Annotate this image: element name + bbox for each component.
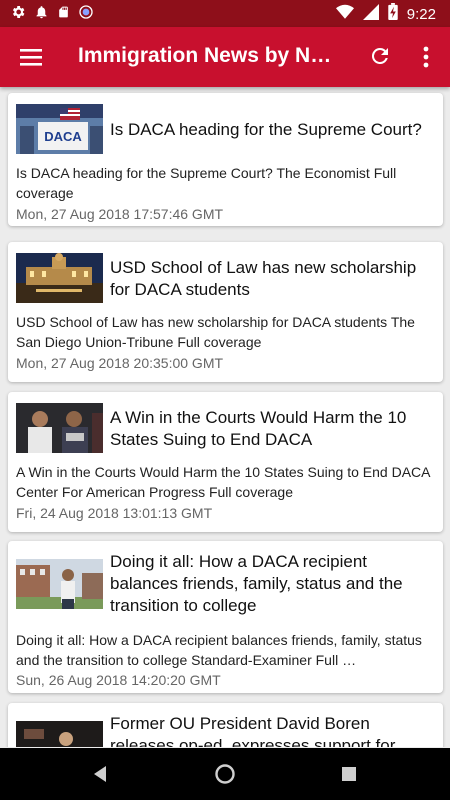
article-summary: Is DACA heading for the Supreme Court? T… [16,165,397,201]
article-headline: A Win in the Courts Would Harm the 10 St… [110,408,407,449]
news-feed[interactable]: DACA Is DACA heading for the Supreme Cou… [0,87,450,747]
news-card[interactable]: Former OU President David Boren releases… [8,703,443,747]
article-headline: Former OU President David Boren releases… [110,714,396,747]
status-bar: 9:22 [0,0,450,27]
article-headline: USD School of Law has new scholarship fo… [110,258,417,299]
thumb-sign-text: DACA [44,129,82,144]
article-thumbnail [16,253,103,303]
article-thumbnail [16,559,103,609]
system-nav-bar [0,748,450,800]
news-card[interactable]: USD School of Law has new scholarship fo… [8,242,443,382]
article-thumbnail: DACA [16,104,103,154]
article-headline: Doing it all: How a DACA recipient balan… [110,552,403,615]
settings-icon [10,4,26,25]
battery-charging-icon [388,3,398,25]
article-headline: Is DACA heading for the Supreme Court? [110,120,422,139]
clock: 9:22 [406,5,436,23]
page-title: Immigration News by Ne… [78,44,342,67]
article-summary: Doing it all: How a DACA recipient balan… [16,632,422,668]
sd-card-icon [57,4,70,25]
menu-icon[interactable] [18,45,44,69]
app-bar: Immigration News by Ne… [0,27,450,87]
news-card[interactable]: A Win in the Courts Would Harm the 10 St… [8,392,443,532]
signal-icon [362,3,379,25]
home-icon[interactable] [214,763,236,785]
article-thumbnail [16,403,103,453]
wifi-icon [335,4,354,25]
notification-icon [34,4,49,25]
article-summary: A Win in the Courts Would Harm the 10 St… [16,464,430,500]
recents-icon[interactable] [338,763,360,785]
article-date: Mon, 27 Aug 2018 20:35:00 GMT [16,355,224,371]
article-date: Fri, 24 Aug 2018 13:01:13 GMT [16,505,213,521]
news-card[interactable]: Doing it all: How a DACA recipient balan… [8,541,443,693]
article-thumbnail [16,721,103,747]
article-date: Sun, 26 Aug 2018 14:20:20 GMT [16,672,221,688]
more-vert-icon[interactable] [418,44,434,70]
refresh-icon[interactable] [368,44,392,68]
article-date: Mon, 27 Aug 2018 17:57:46 GMT [16,206,224,222]
article-summary: USD School of Law has new scholarship fo… [16,314,415,350]
news-card[interactable]: DACA Is DACA heading for the Supreme Cou… [8,93,443,226]
sync-icon [78,4,94,25]
back-icon[interactable] [90,763,112,785]
